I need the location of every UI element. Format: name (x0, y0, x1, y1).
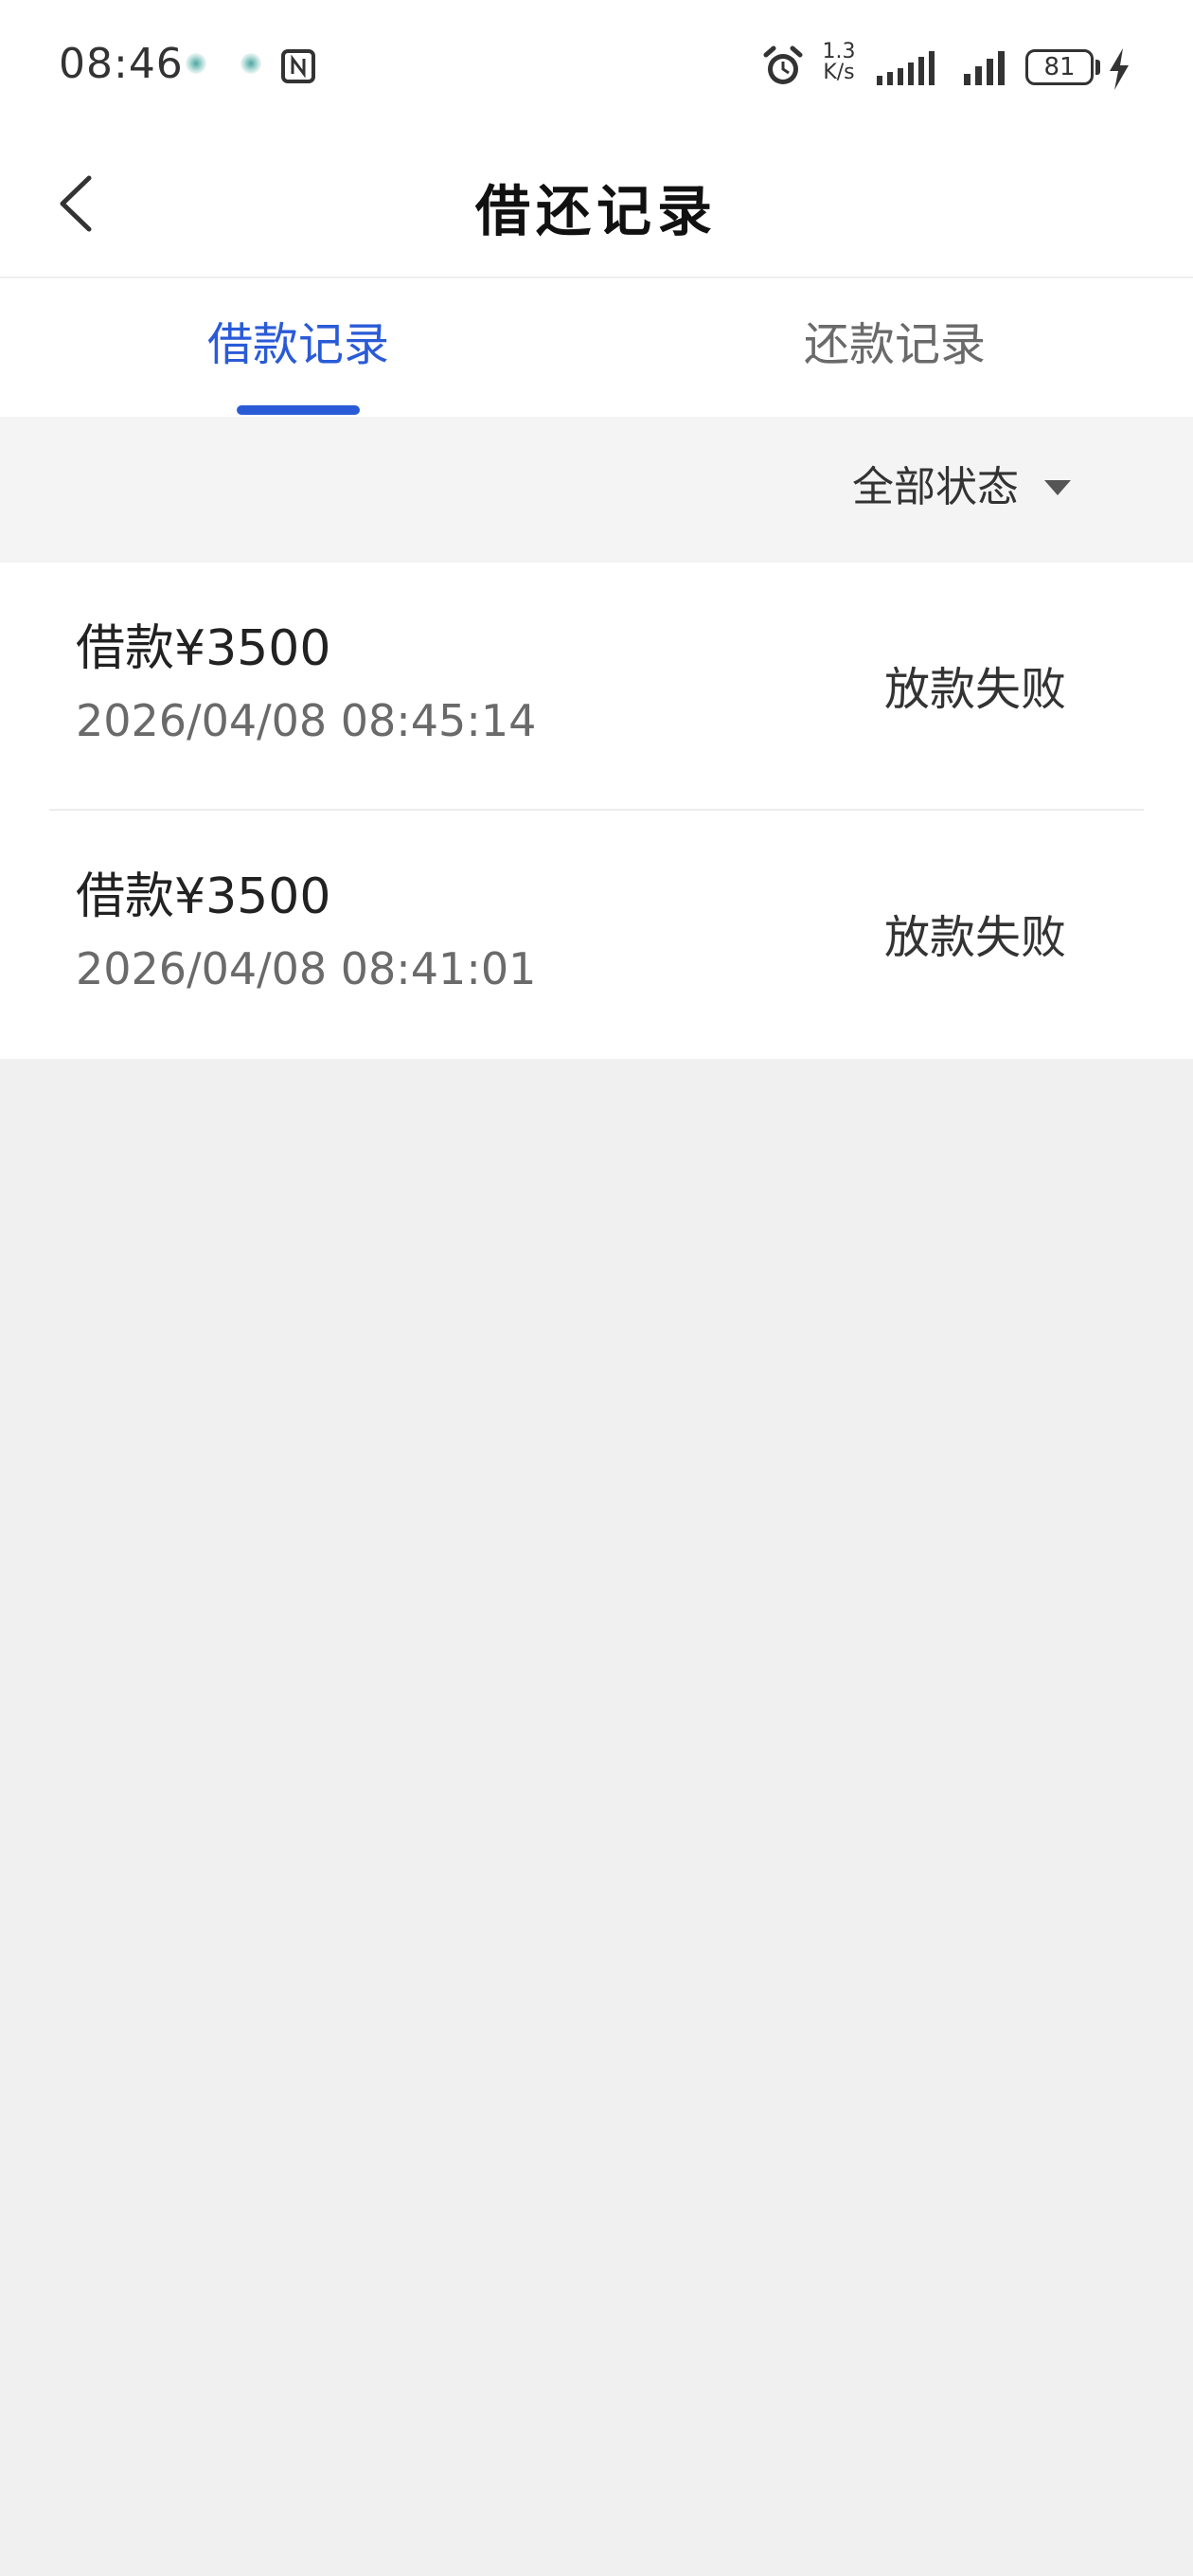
app-notification-icon (240, 53, 261, 74)
record-amount: 借款¥3500 (76, 620, 331, 677)
battery-icon: 81 (1025, 49, 1094, 85)
network-speed: 1.3 K/s (816, 42, 862, 83)
nfc-icon (281, 49, 315, 83)
record-time: 2026/04/08 08:41:01 (76, 943, 537, 994)
header: 借还记录 (0, 133, 1193, 278)
list-item[interactable]: 借款¥3500 2026/04/08 08:45:14 放款失败 (0, 563, 1193, 811)
app-notification-icon (186, 53, 206, 74)
status-filter-dropdown[interactable]: 全部状态 (852, 455, 1072, 521)
tab-active-indicator (237, 405, 360, 415)
filter-bar: 全部状态 (0, 417, 1193, 563)
status-bar: 08:46 1.3 K/s 81 (0, 0, 1193, 133)
caret-down-icon (1044, 480, 1072, 495)
records-list: 借款¥3500 2026/04/08 08:45:14 放款失败 借款¥3500… (0, 563, 1193, 1059)
record-status: 放款失败 (883, 663, 1066, 716)
cellular-signal-icon (964, 51, 1005, 85)
record-status: 放款失败 (883, 911, 1066, 964)
tab-repay-records[interactable]: 还款记录 (596, 278, 1193, 417)
alarm-icon (763, 45, 803, 84)
record-amount: 借款¥3500 (76, 868, 331, 925)
status-time: 08:46 (59, 40, 184, 88)
battery-level: 81 (1043, 53, 1076, 81)
cellular-signal-icon (877, 51, 935, 85)
network-speed-value: 1.3 (822, 40, 856, 63)
list-item[interactable]: 借款¥3500 2026/04/08 08:41:01 放款失败 (0, 811, 1193, 1059)
battery-tip (1095, 60, 1100, 75)
network-speed-unit: K/s (823, 61, 855, 84)
status-filter-label: 全部状态 (852, 463, 1019, 511)
charging-bolt-icon (1110, 48, 1129, 90)
tab-borrow-records[interactable]: 借款记录 (0, 278, 596, 417)
tab-bar: 借款记录 还款记录 (0, 278, 1193, 417)
record-time: 2026/04/08 08:45:14 (76, 695, 537, 746)
page-title: 借还记录 (474, 179, 718, 243)
